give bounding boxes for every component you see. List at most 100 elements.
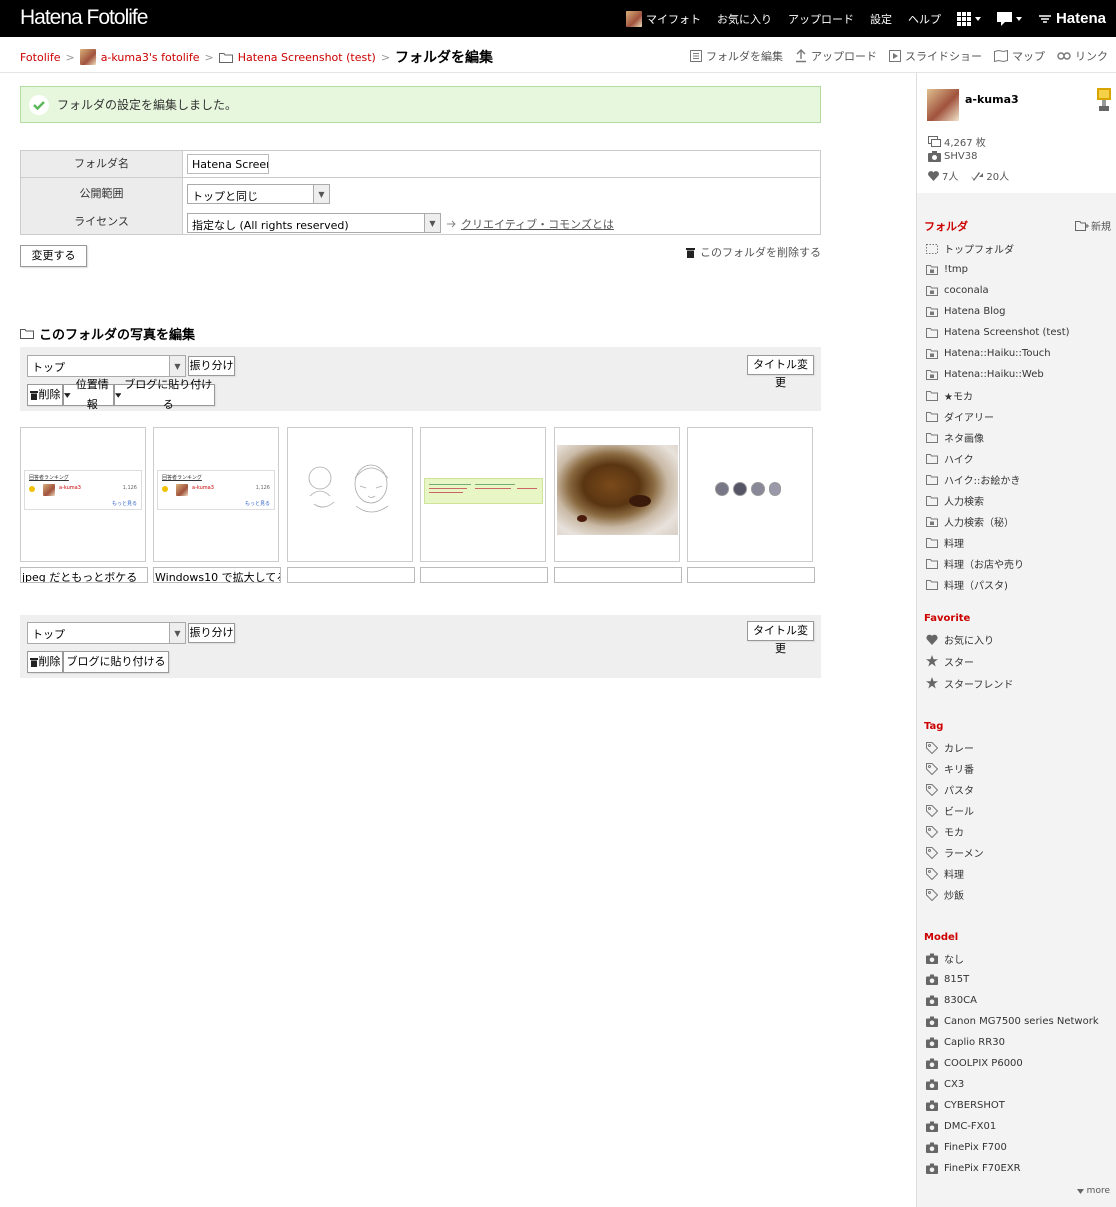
caption-input[interactable]: Windows10 で拡大してるか (153, 567, 281, 583)
caption-input[interactable]: jpeg だともっとボケる (20, 567, 148, 583)
breadcrumb-fotolife[interactable]: Fotolife (20, 51, 60, 64)
delete-folder-link[interactable]: このフォルダを削除する (686, 244, 821, 260)
folder-item[interactable]: !tmp (926, 259, 1070, 280)
caption-input[interactable] (687, 567, 815, 583)
trophy-icon[interactable] (1097, 88, 1111, 112)
breadcrumb-user[interactable]: a-kuma3's fotolife (101, 51, 200, 64)
blog-paste-button[interactable]: ブログに貼り付ける (114, 378, 215, 411)
tag-item[interactable]: キリ番 (926, 758, 984, 779)
nav-help[interactable]: ヘルプ (908, 11, 941, 27)
slideshow-link[interactable]: スライドショー (889, 48, 982, 64)
move-button[interactable]: 振り分け (188, 623, 235, 643)
folder-label: coconala (944, 285, 989, 296)
nav-favorites[interactable]: お気に入り (717, 11, 772, 27)
caption-input[interactable] (420, 567, 548, 583)
folder-label: ダイアリー (944, 413, 994, 424)
photo-thumb[interactable] (420, 427, 546, 562)
caption-input[interactable] (554, 567, 682, 583)
model-item[interactable]: FinePix F70EXR (926, 1158, 1099, 1179)
folder-item[interactable]: Hatena Screenshot (test) (926, 322, 1070, 343)
notifications-menu[interactable] (996, 11, 1022, 26)
folder-item[interactable]: ハイク (926, 448, 1070, 469)
move-button[interactable]: 振り分け (188, 356, 235, 376)
folder-item[interactable]: Hatena::Haiku::Touch (926, 343, 1070, 364)
blog-paste-button[interactable]: ブログに貼り付ける (63, 651, 169, 673)
nav-upload[interactable]: アップロード (788, 11, 854, 27)
location-button[interactable]: 位置情報 (63, 378, 114, 411)
model-item[interactable]: COOLPIX P6000 (926, 1053, 1099, 1074)
favorite-item[interactable]: スター (926, 650, 1013, 672)
upload-link[interactable]: アップロード (795, 48, 877, 64)
more-models-link[interactable]: more (1076, 1186, 1110, 1196)
photo-thumb[interactable]: 回答者ランキング a-kuma3 1,126 もっと見る (20, 427, 146, 562)
tag-item[interactable]: ビール (926, 800, 984, 821)
tag-item[interactable]: 炒飯 (926, 884, 984, 905)
caption-input[interactable] (287, 567, 415, 583)
folder-item[interactable]: ★モカ (926, 385, 1070, 406)
fotolife-logo[interactable]: Hatena Fotolife (20, 6, 148, 30)
title-change-button[interactable]: タイトル変更 (747, 355, 814, 389)
visibility-select[interactable]: トップと同じ ▼ (187, 184, 330, 204)
folder-icon (926, 390, 938, 401)
folder-icon (218, 52, 233, 63)
folder-item-top[interactable]: トップフォルダ (926, 238, 1070, 259)
model-item[interactable]: 815T (926, 969, 1099, 990)
model-item[interactable]: 830CA (926, 990, 1099, 1011)
folder-item[interactable]: ネタ画像 (926, 427, 1070, 448)
title-change-button[interactable]: タイトル変更 (747, 621, 814, 655)
map-link[interactable]: マップ (994, 48, 1045, 64)
folder-item[interactable]: coconala (926, 280, 1070, 301)
folder-item[interactable]: Hatena Blog (926, 301, 1070, 322)
folder-item[interactable]: Hatena::Haiku::Web (926, 364, 1070, 385)
photo-thumb[interactable] (554, 427, 680, 562)
apps-menu[interactable] (956, 11, 981, 26)
favorite-item[interactable]: スターフレンド (926, 672, 1013, 694)
model-item[interactable]: CYBERSHOT (926, 1095, 1099, 1116)
folder-item[interactable]: 料理 (926, 532, 1070, 553)
submit-button[interactable]: 変更する (20, 245, 87, 267)
folder-item[interactable]: ハイク::お絵かき (926, 469, 1070, 490)
hatena-home[interactable]: Hatena (1038, 10, 1106, 27)
photo-thumb[interactable] (287, 427, 413, 562)
tag-item[interactable]: ラーメン (926, 842, 984, 863)
license-select[interactable]: 指定なし (All rights reserved) ▼ (187, 213, 441, 233)
model-item[interactable]: FinePix F700 (926, 1137, 1099, 1158)
delete-button[interactable]: 削除 (27, 651, 63, 673)
tag-item[interactable]: カレー (926, 737, 984, 758)
photo-thumb[interactable]: 回答者ランキング a-kuma3 1,126 もっと見る (153, 427, 279, 562)
model-item[interactable]: DMC-FX01 (926, 1116, 1099, 1137)
folder-item[interactable]: 料理（パスタ) (926, 574, 1070, 595)
fans-text[interactable]: 7人 (942, 168, 958, 183)
nav-settings[interactable]: 設定 (870, 11, 892, 27)
link-link[interactable]: リンク (1057, 48, 1108, 64)
edit-folder-link[interactable]: フォルダを編集 (690, 48, 783, 64)
move-folder-select[interactable]: トップ ▼ (27, 622, 186, 644)
food-photo (557, 445, 678, 535)
folder-item[interactable]: 人力検索（秘） (926, 511, 1070, 532)
model-item[interactable]: Caplio RR30 (926, 1032, 1099, 1053)
folder-icon (926, 411, 938, 422)
following-text[interactable]: 20人 (986, 168, 1009, 183)
new-folder-link[interactable]: 新規 (1075, 218, 1111, 233)
favorite-item[interactable]: お気に入り (926, 629, 1013, 650)
photo-thumb[interactable] (687, 427, 813, 562)
avatar[interactable] (927, 89, 959, 121)
nav-myphoto[interactable]: マイフォト (625, 10, 701, 27)
tag-item[interactable]: パスタ (926, 779, 984, 800)
camera-model[interactable]: SHV38 (928, 151, 977, 162)
cc-link[interactable]: クリエイティブ・コモンズとは (447, 216, 614, 232)
breadcrumb-folder[interactable]: Hatena Screenshot (test) (238, 51, 376, 64)
delete-button[interactable]: 削除 (27, 384, 63, 406)
tag-item[interactable]: 料理 (926, 863, 984, 884)
model-item[interactable]: CX3 (926, 1074, 1099, 1095)
username[interactable]: a-kuma3 (965, 93, 1019, 106)
tag-item[interactable]: モカ (926, 821, 984, 842)
model-item[interactable]: なし (926, 948, 1099, 969)
model-item[interactable]: Canon MG7500 series Network (926, 1011, 1099, 1032)
move-folder-select[interactable]: トップ ▼ (27, 355, 186, 377)
folder-item[interactable]: ダイアリー (926, 406, 1070, 427)
folder-item[interactable]: 料理（お店や売り (926, 553, 1070, 574)
folder-name-input[interactable]: Hatena Screensh (187, 154, 269, 174)
folder-item[interactable]: 人力検索 (926, 490, 1070, 511)
camera-icon (928, 151, 941, 162)
